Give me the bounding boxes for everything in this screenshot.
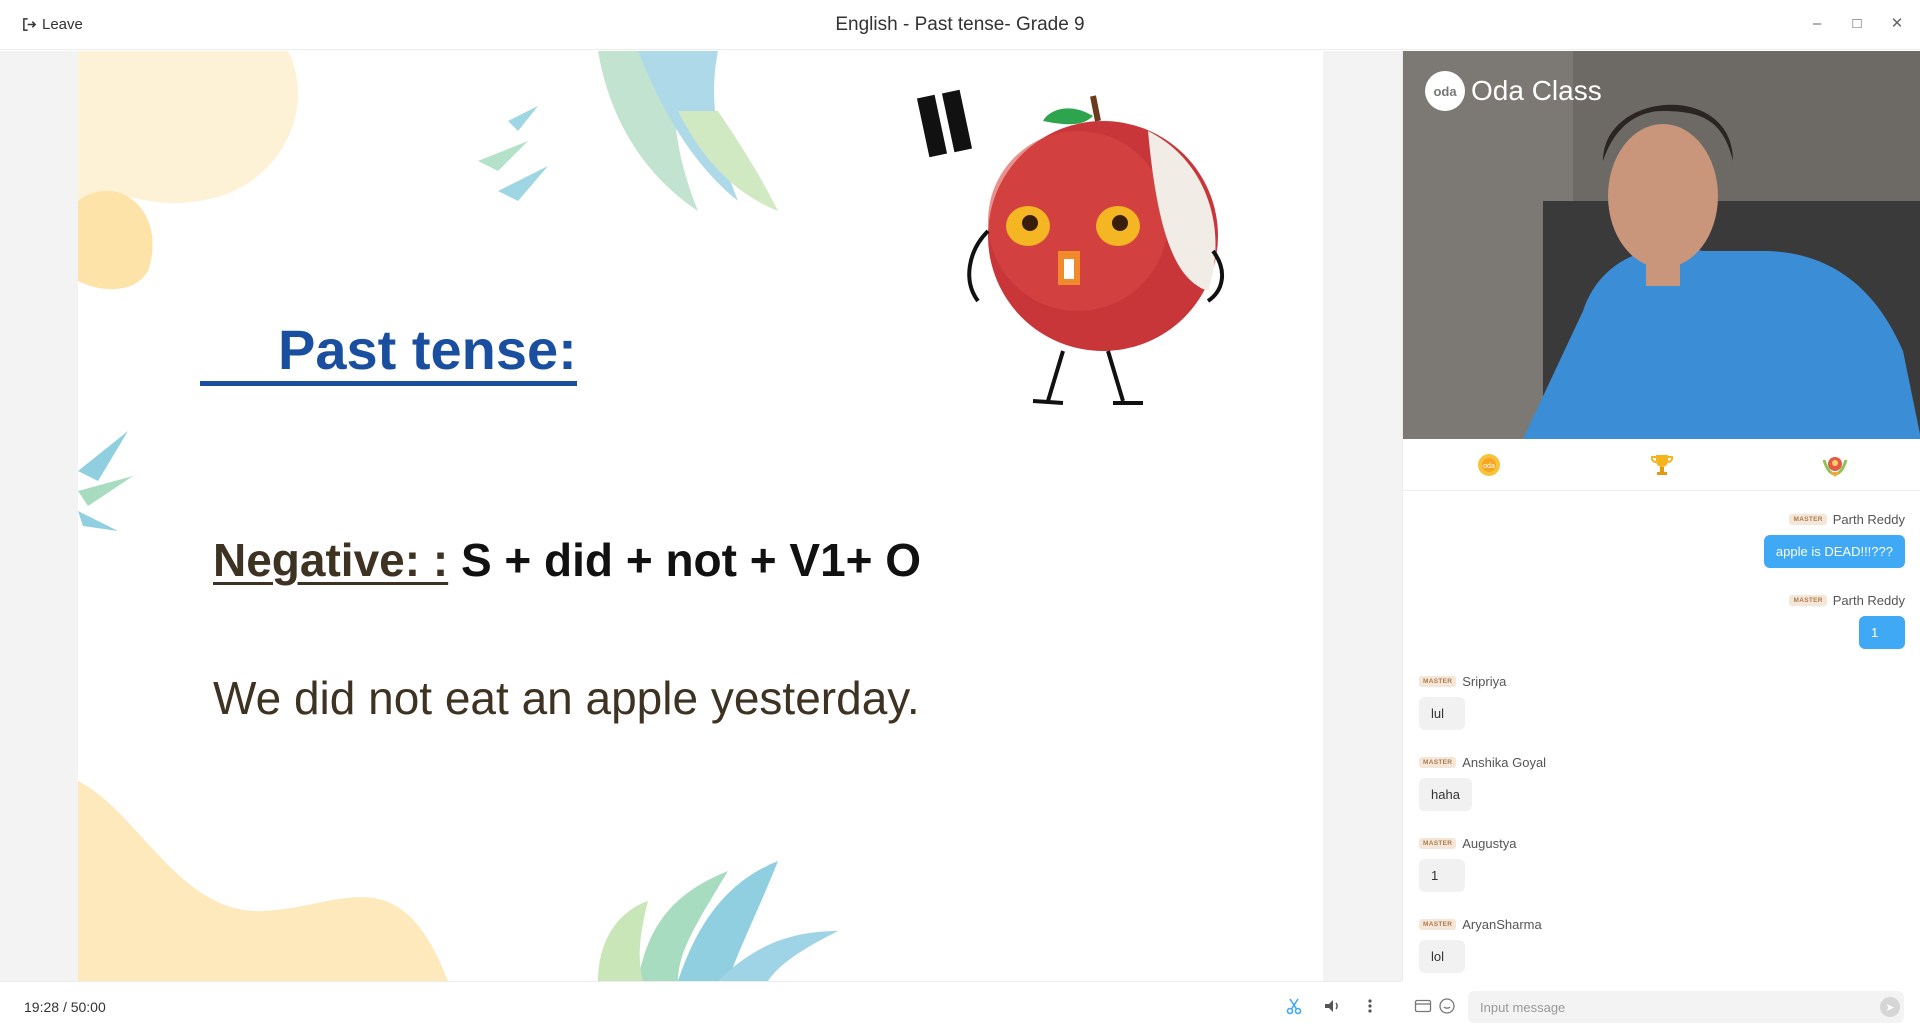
total-time: 50:00 (70, 999, 106, 1015)
sender-name: Anshika Goyal (1462, 755, 1547, 770)
more-options-icon[interactable] (1360, 996, 1380, 1016)
right-panel: oda Oda Class oda MASTER Parth Reddy appl… (1402, 51, 1920, 1032)
slide-title: Past tense: (200, 319, 577, 386)
trophy-icon (1650, 454, 1674, 475)
apple-character-illustration (916, 89, 1224, 405)
elapsed-time: 19:28 (24, 999, 60, 1015)
message-bubble: lul (1419, 697, 1465, 730)
message-bubble: 1 (1419, 859, 1465, 892)
sender-name: Parth Reddy (1832, 593, 1905, 608)
volume-icon[interactable] (1322, 996, 1342, 1016)
chat-input-bar: ➤ (1402, 981, 1920, 1032)
sender-name: AryanSharma (1462, 917, 1542, 932)
oda-logo-text: Oda Class (1471, 75, 1602, 106)
sender-name: Sripriya (1462, 674, 1507, 689)
oda-class-logo: oda Oda Class (1425, 71, 1602, 111)
slide-decoration (78, 51, 1224, 981)
rule-formula: S + did + not + V1+ O (448, 534, 922, 586)
rule-label: Negative: : (213, 534, 449, 586)
sender-name: Augustya (1462, 836, 1517, 851)
sender-name: Parth Reddy (1832, 512, 1905, 527)
teacher-video: oda Oda Class (1403, 51, 1920, 439)
message-bubble: lol (1419, 940, 1465, 973)
slide: Past tense: Negative: : S + did + not + … (78, 51, 1323, 981)
chat-message: MASTER AryanSharma lol (1419, 917, 1905, 973)
close-icon[interactable]: ✕ (1888, 14, 1906, 32)
time-separator: / (62, 999, 67, 1015)
master-badge: MASTER (1419, 919, 1457, 930)
chat-message: MASTER Augustya 1 (1419, 836, 1905, 892)
message-input[interactable] (1468, 991, 1904, 1023)
minimize-icon[interactable]: – (1808, 14, 1826, 32)
chat-list: MASTER Parth Reddy apple is DEAD!!!??? MA… (1403, 492, 1920, 1032)
coin-tab[interactable]: oda (1469, 445, 1509, 485)
master-badge: MASTER (1419, 676, 1457, 687)
maximize-icon[interactable]: □ (1848, 14, 1866, 32)
playback-bar: 19:28 / 50:00 (0, 981, 1402, 1032)
medal-tab[interactable] (1815, 445, 1855, 485)
trophy-tab[interactable] (1642, 445, 1682, 485)
send-icon[interactable]: ➤ (1880, 997, 1900, 1017)
message-bubble: apple is DEAD!!!??? (1763, 535, 1905, 568)
message-bubble: haha (1419, 778, 1472, 811)
master-badge: MASTER (1789, 514, 1827, 525)
svg-text:oda: oda (1483, 463, 1495, 470)
emoji-icon[interactable] (1438, 997, 1456, 1015)
coin-icon: oda (1478, 453, 1501, 476)
panel-tabs: oda (1403, 439, 1920, 491)
rule-line: Negative: : S + did + not + V1+ O (213, 533, 921, 587)
chat-message: MASTER Parth Reddy apple is DEAD!!!??? (1419, 512, 1905, 568)
slide-stage: Past tense: Negative: : S + did + not + … (0, 51, 1402, 981)
master-badge: MASTER (1419, 757, 1457, 768)
master-badge: MASTER (1419, 838, 1457, 849)
oda-logo-mark: oda (1425, 71, 1465, 111)
example-sentence: We did not eat an apple yesterday. (213, 672, 920, 724)
title-bar: Leave English - Past tense- Grade 9 – □ … (0, 0, 1920, 50)
message-bubble: 1 (1859, 616, 1905, 649)
master-badge: MASTER (1789, 595, 1827, 606)
chat-message: MASTER Anshika Goyal haha (1419, 755, 1905, 811)
chat-message: MASTER Parth Reddy 1 (1419, 593, 1905, 649)
card-icon[interactable] (1414, 997, 1432, 1015)
medal-icon (1822, 456, 1848, 477)
scissors-icon[interactable] (1284, 996, 1304, 1016)
playback-timer: 19:28 / 50:00 (24, 999, 106, 1015)
chat-message: MASTER Sripriya lul (1419, 674, 1905, 730)
window-title: English - Past tense- Grade 9 (835, 14, 1085, 35)
